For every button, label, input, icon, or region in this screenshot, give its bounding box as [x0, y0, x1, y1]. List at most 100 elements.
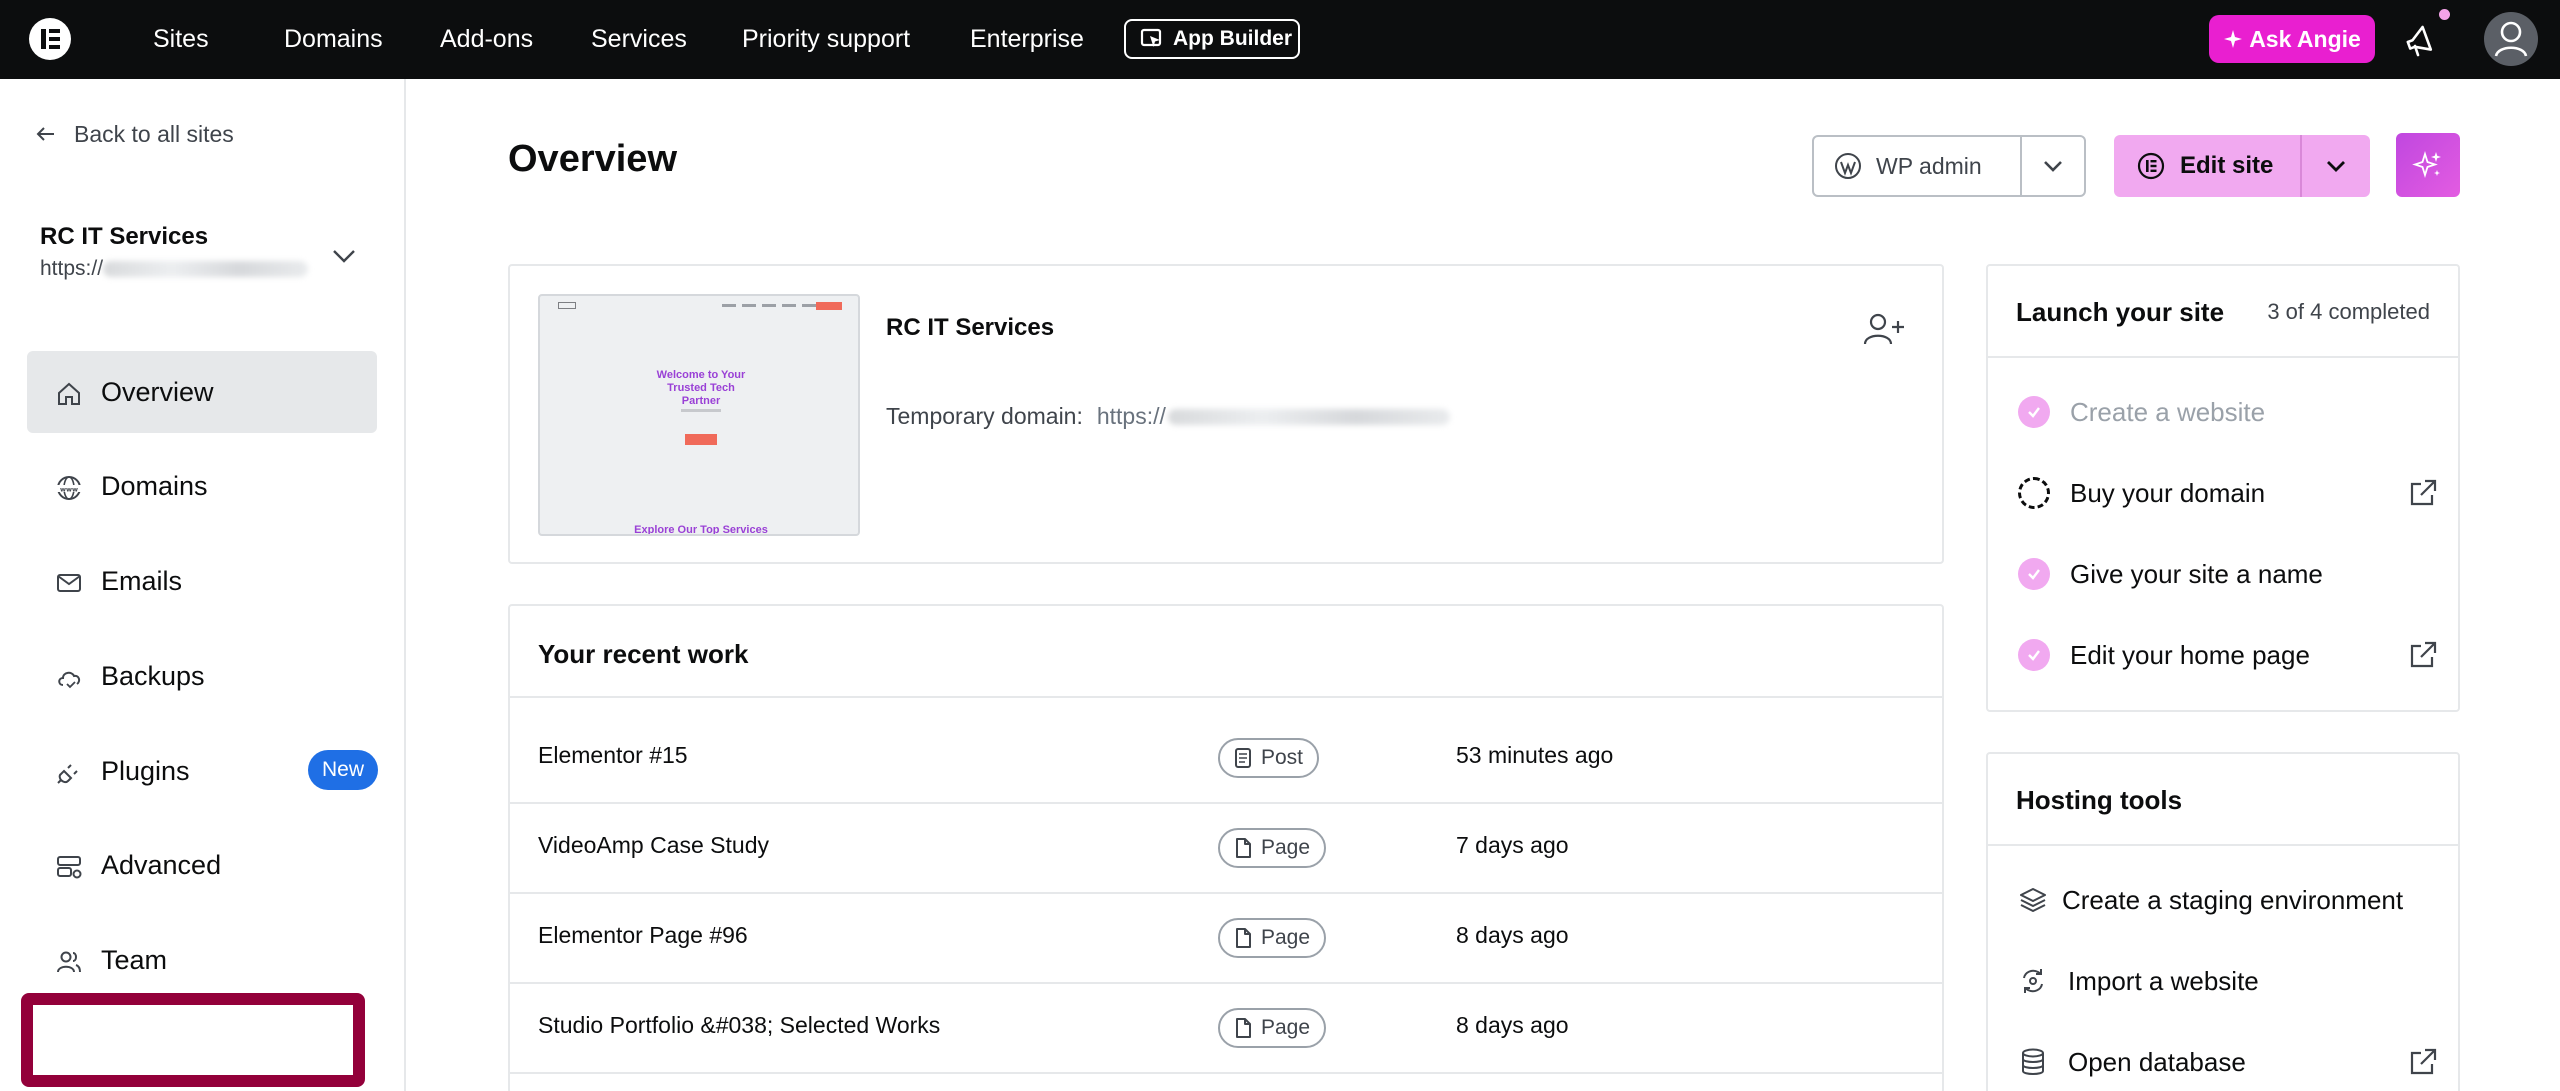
page-type-badge: Page: [1218, 918, 1327, 958]
thumbnail-headline-line: Trusted Tech: [667, 382, 735, 394]
check-circle-icon: [2018, 558, 2050, 590]
thumbnail-menu: [722, 304, 816, 307]
import-icon: [2023, 969, 2043, 993]
page-icon: [1236, 928, 1251, 948]
nav-domains[interactable]: Domains: [284, 0, 383, 79]
wp-admin-button-group: WP admin: [1812, 135, 2086, 197]
recent-work-title: Elementor #15: [538, 742, 688, 768]
sidebar-item-advanced[interactable]: Advanced: [27, 824, 377, 906]
launch-step-buy-domain[interactable]: Buy your domain: [2018, 473, 2438, 513]
sidebar-item-label: Backups: [101, 660, 205, 691]
app-builder-icon: [1140, 28, 1162, 47]
thumbnail-cta: [685, 434, 717, 445]
launch-step-label: Create a website: [2070, 396, 2266, 427]
recent-work-time: 53 minutes ago: [1456, 742, 1614, 768]
edit-site-button-group: Edit site: [2114, 135, 2370, 197]
sidebar-item-backups[interactable]: Backups: [27, 635, 377, 717]
chevron-down-icon[interactable]: [327, 239, 361, 273]
ask-angie-label: Ask Angie: [2249, 25, 2361, 52]
add-user-icon[interactable]: [1860, 310, 1906, 350]
sidebar-item-emails[interactable]: Emails: [27, 540, 377, 622]
tool-create-staging[interactable]: Create a staging environment: [2018, 880, 2438, 920]
external-link-icon[interactable]: [2408, 1047, 2438, 1077]
recent-work-card: Your recent work Elementor #15 Post 53 m…: [508, 604, 1944, 1091]
recent-work-heading: Your recent work: [538, 639, 749, 669]
sidebar-site-url: https://: [40, 257, 309, 281]
divider: [1988, 844, 2458, 846]
nav-priority-support[interactable]: Priority support: [742, 0, 910, 79]
sidebar-item-plugins[interactable]: Plugins New: [27, 730, 378, 812]
recent-work-row[interactable]: VideoAmp Case Study Page 7 days ago: [510, 804, 1942, 894]
settings-panel-icon: [57, 856, 82, 879]
sidebar-item-label: Plugins: [101, 755, 190, 786]
recent-work-row[interactable]: Studio Portfolio &#038; Selected Works P…: [510, 984, 1942, 1074]
mail-icon: [57, 574, 81, 592]
launch-site-title: Launch your site: [2016, 297, 2225, 327]
site-thumbnail[interactable]: Welcome to Your Trusted Tech Partner Exp…: [538, 294, 860, 536]
sidebar-item-domains[interactable]: www Domains: [27, 445, 377, 527]
thumbnail-headline-line: Welcome to Your: [656, 369, 746, 381]
arrow-left-icon: [36, 127, 54, 141]
sidebar-item-team[interactable]: Team: [27, 919, 377, 1001]
recent-work-row[interactable]: Elementor #15 Post 53 minutes ago: [510, 714, 1942, 804]
hosting-tools-card: Hosting tools Create a staging environme…: [1986, 752, 2460, 1091]
sidebar-item-label: Advanced: [101, 849, 222, 880]
launch-progress-count: 3 of 4 completed: [2267, 299, 2430, 324]
nav-add-ons[interactable]: Add-ons: [440, 0, 533, 79]
edit-site-dropdown[interactable]: [2302, 135, 2370, 197]
pending-circle-icon: [2018, 477, 2050, 509]
tool-label: Open database: [2068, 1046, 2246, 1077]
sparkle-icon: [2224, 30, 2243, 48]
launch-step-site-name[interactable]: Give your site a name: [2018, 554, 2438, 594]
user-icon: [2494, 21, 2528, 57]
page-type-label: Page: [1261, 926, 1311, 949]
tool-open-database[interactable]: Open database: [2018, 1042, 2438, 1082]
nav-services[interactable]: Services: [591, 0, 687, 79]
sidebar-item-label: Team: [101, 944, 168, 975]
svg-text:www: www: [60, 486, 78, 494]
blurred-url: [103, 261, 309, 277]
notification-dot: [2439, 9, 2450, 20]
thumbnail-subtext: [681, 409, 721, 412]
external-link-icon[interactable]: [2408, 478, 2438, 508]
launch-step-edit-home-page[interactable]: Edit your home page: [2018, 635, 2438, 675]
post-type-badge: Post: [1218, 738, 1320, 778]
nav-enterprise[interactable]: Enterprise: [970, 0, 1084, 79]
launch-step-label: Give your site a name: [2070, 558, 2323, 589]
sidebar-item-overview[interactable]: Overview: [27, 351, 377, 433]
page-title: Overview: [508, 138, 677, 180]
wordpress-icon: [1835, 153, 1861, 179]
wp-admin-button[interactable]: WP admin: [1814, 137, 2022, 195]
recent-work-time: 8 days ago: [1456, 922, 1569, 948]
back-to-sites-link[interactable]: Back to all sites: [36, 119, 234, 149]
tool-label: Create a staging environment: [2062, 884, 2404, 915]
nav-sites[interactable]: Sites: [153, 0, 209, 79]
temporary-domain-prefix: https://: [1096, 403, 1166, 429]
globe-icon: www: [56, 476, 82, 500]
edit-site-button[interactable]: Edit site: [2114, 135, 2302, 197]
external-link-icon[interactable]: [2408, 640, 2438, 670]
ai-assistant-button[interactable]: [2396, 133, 2460, 197]
megaphone-icon[interactable]: [2402, 20, 2442, 60]
sidebar-site-url-prefix: https://: [40, 257, 104, 280]
chevron-down-icon: [2044, 161, 2062, 172]
divider: [510, 696, 1942, 698]
tool-import-website[interactable]: Import a website: [2018, 961, 2438, 1001]
recent-work-title: Elementor Page #96: [538, 922, 748, 948]
edit-site-label: Edit site: [2180, 152, 2274, 179]
app-builder-button[interactable]: App Builder: [1124, 19, 1300, 59]
ask-angie-button[interactable]: Ask Angie: [2209, 15, 2375, 63]
wp-admin-dropdown[interactable]: [2022, 137, 2084, 195]
page-type-label: Page: [1261, 1016, 1311, 1039]
thumbnail-header-button: [816, 302, 842, 310]
elementor-logo-icon[interactable]: [29, 18, 71, 60]
team-highlight-frame: [21, 993, 365, 1087]
page-type-badge: Page: [1218, 1008, 1327, 1048]
page-type-badge: Page: [1218, 828, 1327, 868]
cloud-icon: [58, 671, 81, 689]
app-builder-label: App Builder: [1173, 27, 1292, 50]
user-avatar[interactable]: [2484, 12, 2538, 66]
temporary-domain-link[interactable]: https://: [1097, 403, 1450, 430]
recent-work-row[interactable]: Elementor Page #96 Page 8 days ago: [510, 894, 1942, 984]
recent-work-title: VideoAmp Case Study: [538, 832, 769, 858]
